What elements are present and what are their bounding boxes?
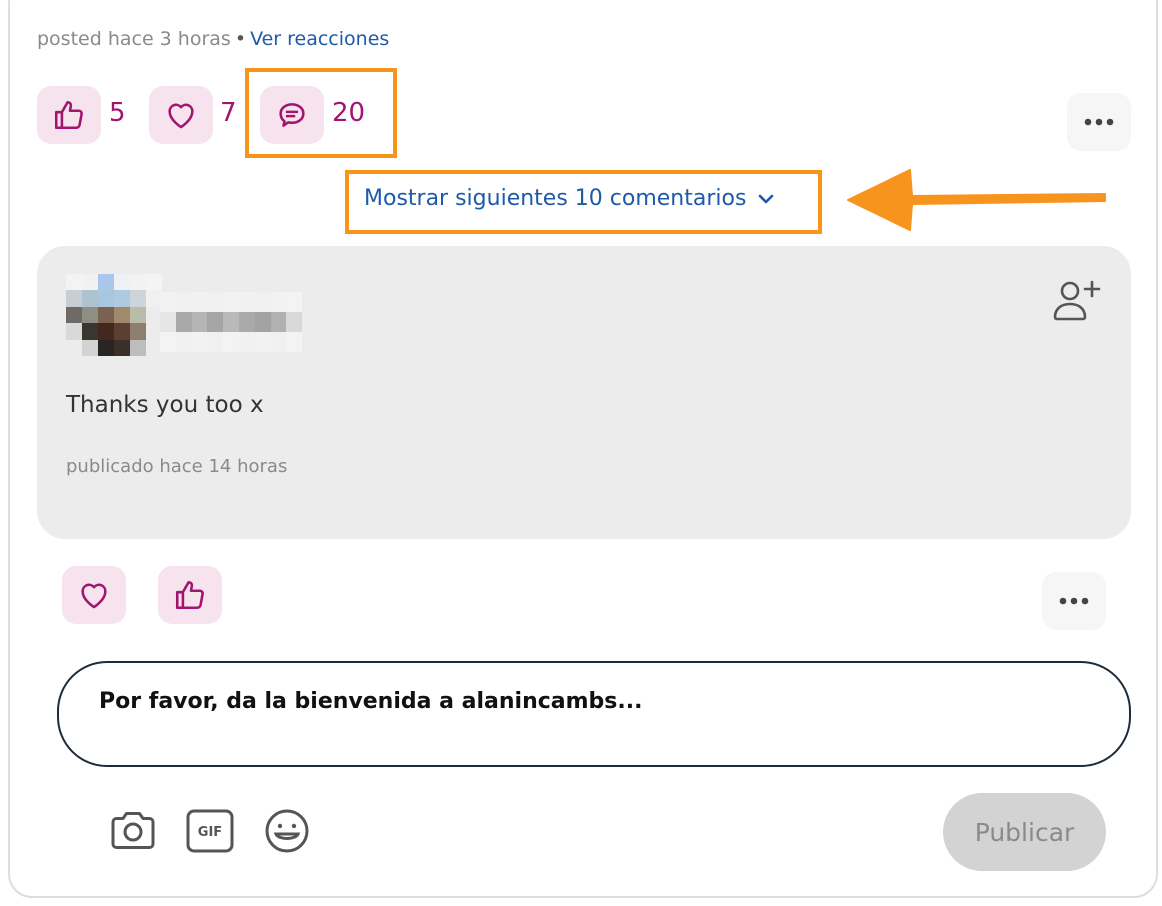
highlight-box-comment-count <box>245 68 397 158</box>
comment-input[interactable]: Por favor, da la bienvenida a alanincamb… <box>57 661 1131 767</box>
thumbs-up-icon <box>54 100 83 130</box>
gif-button[interactable]: GIF <box>185 807 235 855</box>
emoji-button[interactable] <box>262 807 312 855</box>
comment-text: Thanks you too x <box>66 392 264 418</box>
heart-icon <box>81 583 107 609</box>
camera-button[interactable] <box>108 807 158 855</box>
svg-text:GIF: GIF <box>198 825 222 840</box>
love-button[interactable] <box>149 86 213 144</box>
comment-like-button[interactable] <box>158 566 222 624</box>
posted-time: posted hace 3 horas <box>37 28 231 50</box>
post-meta: posted hace 3 horas • Ver reacciones <box>37 28 389 50</box>
annotation-arrow-icon <box>847 169 1106 231</box>
avatar[interactable] <box>66 274 162 356</box>
gif-icon: GIF <box>186 809 234 853</box>
highlight-box-show-more <box>345 170 822 234</box>
comment-love-button[interactable] <box>62 566 126 624</box>
username-blurred[interactable] <box>160 292 303 352</box>
camera-icon <box>111 812 155 849</box>
like-button[interactable] <box>37 86 101 144</box>
post-more-button[interactable] <box>1067 93 1131 151</box>
thumbs-up-icon <box>175 580 204 610</box>
love-count: 7 <box>220 98 237 128</box>
add-friend-icon[interactable] <box>1050 276 1104 324</box>
publish-button[interactable]: Publicar <box>943 793 1106 871</box>
comment-input-placeholder: Por favor, da la bienvenida a alanincamb… <box>99 689 643 714</box>
ellipsis-icon <box>1059 597 1089 605</box>
view-reactions-link[interactable]: Ver reacciones <box>250 28 389 50</box>
meta-separator: • <box>234 28 247 50</box>
emoji-icon <box>265 809 309 853</box>
comment-more-button[interactable] <box>1042 572 1106 630</box>
comment-timestamp: publicado hace 14 horas <box>66 456 288 477</box>
like-count: 5 <box>109 98 126 128</box>
heart-icon <box>168 103 194 129</box>
ellipsis-icon <box>1084 118 1114 126</box>
